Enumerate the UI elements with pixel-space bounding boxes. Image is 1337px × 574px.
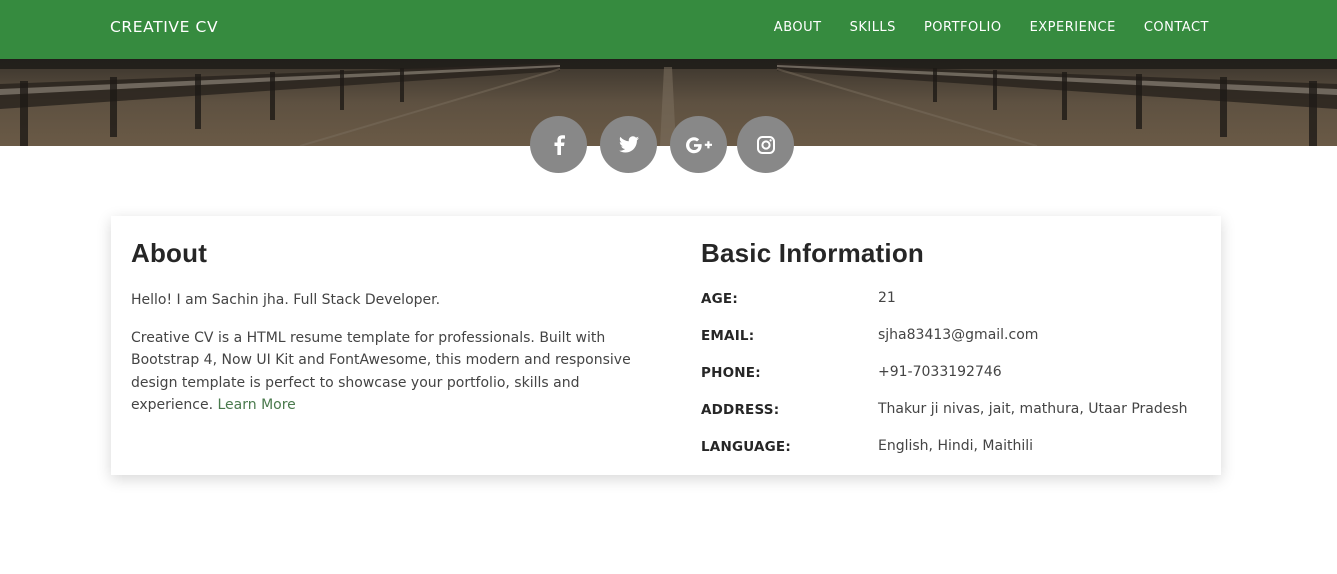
twitter-icon — [618, 136, 639, 153]
info-row-address: ADDRESS: Thakur ji nivas, jait, mathura,… — [701, 400, 1211, 437]
info-row-email: EMAIL: sjha83413@gmail.com — [701, 326, 1211, 363]
about-description: Creative CV is a HTML resume template fo… — [131, 327, 631, 417]
basic-info-title: Basic Information — [701, 238, 924, 268]
instagram-icon — [756, 135, 775, 154]
info-row-phone: PHONE: +91-7033192746 — [701, 363, 1211, 400]
nav-link-skills[interactable]: SKILLS — [850, 20, 896, 35]
info-value: English, Hindi, Maithili — [878, 438, 1033, 454]
google-plus-icon — [685, 136, 712, 153]
info-row-age: AGE: 21 — [701, 289, 1211, 326]
twitter-button[interactable] — [600, 116, 657, 173]
info-label: EMAIL: — [701, 328, 755, 344]
about-description-text: Creative CV is a HTML resume template fo… — [131, 329, 631, 414]
brand-link[interactable]: CREATIVE CV — [110, 18, 218, 36]
about-intro: Hello! I am Sachin jha. Full Stack Devel… — [131, 292, 441, 308]
info-label: AGE: — [701, 291, 738, 307]
social-links — [0, 116, 1337, 173]
info-label: ADDRESS: — [701, 402, 780, 418]
about-title: About — [131, 238, 208, 268]
info-label: PHONE: — [701, 365, 761, 381]
about-card: About Hello! I am Sachin jha. Full Stack… — [111, 216, 1221, 475]
facebook-button[interactable] — [530, 116, 587, 173]
nav-link-about[interactable]: ABOUT — [774, 20, 822, 35]
info-value: Thakur ji nivas, jait, mathura, Utaar Pr… — [878, 401, 1188, 417]
info-row-language: LANGUAGE: English, Hindi, Maithili — [701, 437, 1211, 474]
about-section: About Hello! I am Sachin jha. Full Stack… — [131, 238, 631, 432]
info-value: sjha83413@gmail.com — [878, 327, 1039, 343]
nav-menu: ABOUT SKILLS PORTFOLIO EXPERIENCE CONTAC… — [774, 20, 1209, 35]
facebook-icon — [554, 134, 565, 155]
nav-link-experience[interactable]: EXPERIENCE — [1030, 20, 1116, 35]
nav-link-portfolio[interactable]: PORTFOLIO — [924, 20, 1002, 35]
info-label: LANGUAGE: — [701, 439, 791, 455]
google-plus-button[interactable] — [670, 116, 727, 173]
nav-link-contact[interactable]: CONTACT — [1144, 20, 1209, 35]
top-navbar: CREATIVE CV ABOUT SKILLS PORTFOLIO EXPER… — [0, 0, 1337, 59]
info-value: +91-7033192746 — [878, 364, 1002, 380]
learn-more-link[interactable]: Learn More — [218, 397, 296, 413]
basic-info-section: Basic Information AGE: 21 EMAIL: sjha834… — [701, 238, 1211, 474]
instagram-button[interactable] — [737, 116, 794, 173]
info-value: 21 — [878, 290, 896, 306]
